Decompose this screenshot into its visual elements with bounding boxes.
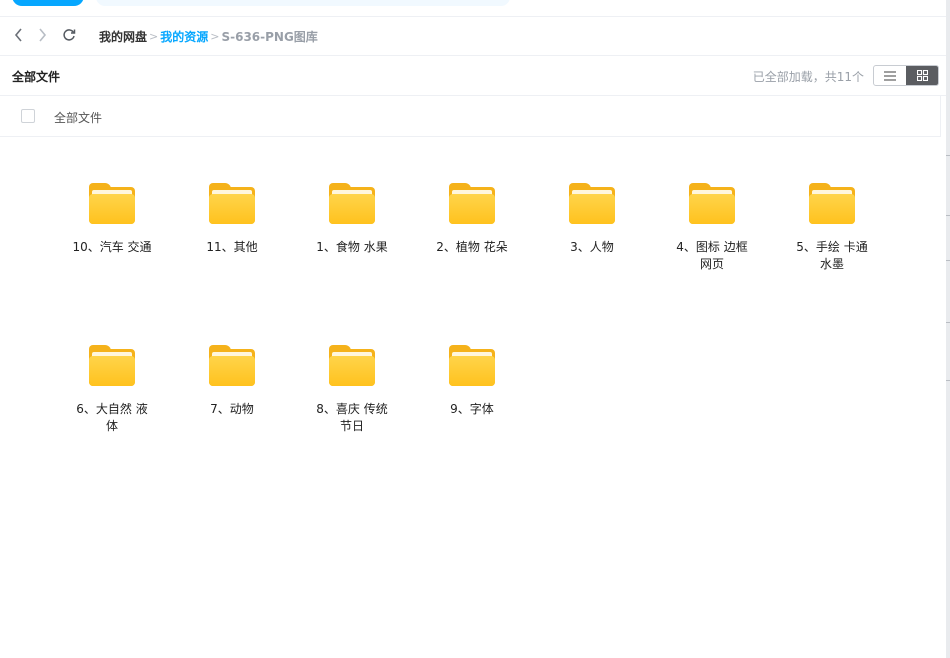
list-header: 全部文件	[0, 96, 941, 137]
folder-item[interactable]: 10、汽车 交通	[57, 183, 167, 256]
folder-name: 9、字体	[450, 402, 494, 416]
view-toggle	[873, 65, 939, 86]
folder-name: 4、图标 边框 网页	[676, 240, 748, 271]
folder-name: 10、汽车 交通	[72, 240, 152, 254]
list-icon	[884, 70, 896, 81]
refresh-icon[interactable]	[60, 26, 78, 44]
folder-name: 6、大自然 液体	[76, 402, 148, 433]
folder-name: 5、手绘 卡通 水墨	[796, 240, 868, 271]
folder-icon	[89, 345, 135, 386]
page-title: 全部文件	[12, 70, 61, 84]
folder-item[interactable]: 9、字体	[417, 345, 527, 418]
folder-icon	[329, 345, 375, 386]
breadcrumb-item-my-resources[interactable]: 我的资源	[160, 28, 208, 45]
grid-view-button[interactable]	[906, 66, 938, 85]
folder-name: 3、人物	[570, 240, 614, 254]
folder-name: 8、喜庆 传统 节日	[316, 402, 388, 433]
folder-name: 1、食物 水果	[316, 240, 388, 254]
load-status: 已全部加载，共11个	[752, 70, 864, 84]
folder-item[interactable]: 2、植物 花朵	[417, 183, 527, 256]
breadcrumb-separator: >	[149, 30, 159, 43]
folder-icon	[449, 183, 495, 224]
list-header-label: 全部文件	[54, 111, 103, 125]
breadcrumb-separator: >	[210, 30, 220, 43]
folder-item[interactable]: 7、动物	[177, 345, 287, 418]
top-bar	[0, 0, 950, 17]
window-edge	[946, 0, 950, 658]
upload-button[interactable]	[12, 0, 84, 6]
back-icon[interactable]	[10, 26, 28, 44]
breadcrumb-item-current: S-636-PNG图库	[221, 30, 318, 44]
folder-item[interactable]: 11、其他	[177, 183, 287, 256]
folder-name: 11、其他	[206, 240, 258, 254]
folder-item[interactable]: 3、人物	[537, 183, 647, 256]
folder-icon	[569, 183, 615, 224]
folder-icon	[689, 183, 735, 224]
folder-icon	[329, 183, 375, 224]
folder-icon	[89, 183, 135, 224]
breadcrumb: 我的网盘 > 我的资源 > S-636-PNG图库	[99, 28, 318, 45]
select-all-checkbox[interactable]	[21, 109, 35, 123]
list-view-button[interactable]	[874, 66, 906, 85]
folder-item[interactable]: 5、手绘 卡通 水墨	[777, 183, 887, 273]
file-toolbar: 全部文件 已全部加载，共11个	[0, 56, 950, 96]
breadcrumb-item-my-disk[interactable]: 我的网盘	[99, 28, 147, 45]
search-input[interactable]	[96, 0, 510, 6]
navigation-bar: 我的网盘 > 我的资源 > S-636-PNG图库	[0, 17, 950, 56]
forward-icon[interactable]	[33, 26, 51, 44]
folder-item[interactable]: 8、喜庆 传统 节日	[297, 345, 407, 435]
folder-name: 7、动物	[210, 402, 254, 416]
folder-item[interactable]: 6、大自然 液体	[57, 345, 167, 435]
folder-name: 2、植物 花朵	[436, 240, 508, 254]
folder-item[interactable]: 1、食物 水果	[297, 183, 407, 256]
grid-icon	[916, 70, 928, 81]
folder-icon	[809, 183, 855, 224]
folder-icon	[209, 345, 255, 386]
folder-item[interactable]: 4、图标 边框 网页	[657, 183, 767, 273]
folder-icon	[209, 183, 255, 224]
folder-icon	[449, 345, 495, 386]
